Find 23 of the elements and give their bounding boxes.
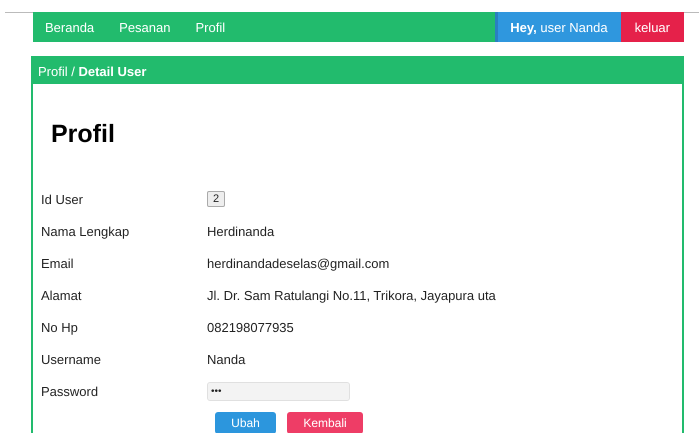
field-label: Username: [41, 352, 102, 366]
field-value: Herdinanda: [207, 224, 274, 238]
nav-link[interactable]: Pesanan: [119, 20, 170, 34]
field-value: Nanda: [207, 352, 246, 366]
user-greeting[interactable]: Hey, user Nanda: [495, 12, 621, 42]
field-value: Jl. Dr. Sam Ratulangi No.11, Trikora, Jayapura uta: [207, 288, 496, 302]
logout-button[interactable]: keluar: [620, 12, 684, 42]
nav-link[interactable]: Profil: [195, 20, 226, 34]
field-label: Id User: [41, 192, 84, 206]
field-label: Alamat: [41, 288, 82, 302]
action-button[interactable]: Kembali: [287, 412, 363, 433]
password-field[interactable]: •••: [207, 382, 350, 400]
field-value: 082198077935: [207, 320, 294, 334]
field-label: Password: [41, 384, 100, 398]
field-value: herdinandadeselas@gmail.com: [207, 256, 390, 270]
breadcrumb: Profil / Detail User: [38, 64, 146, 78]
field-label: Email: [41, 256, 75, 270]
field-label: No Hp: [41, 320, 79, 334]
nav-link[interactable]: Beranda: [45, 20, 94, 34]
action-button[interactable]: Ubah: [215, 412, 276, 433]
page-heading: Profil: [51, 120, 116, 149]
field-label: Nama Lengkap: [41, 224, 130, 238]
id-value: 2: [207, 191, 226, 207]
